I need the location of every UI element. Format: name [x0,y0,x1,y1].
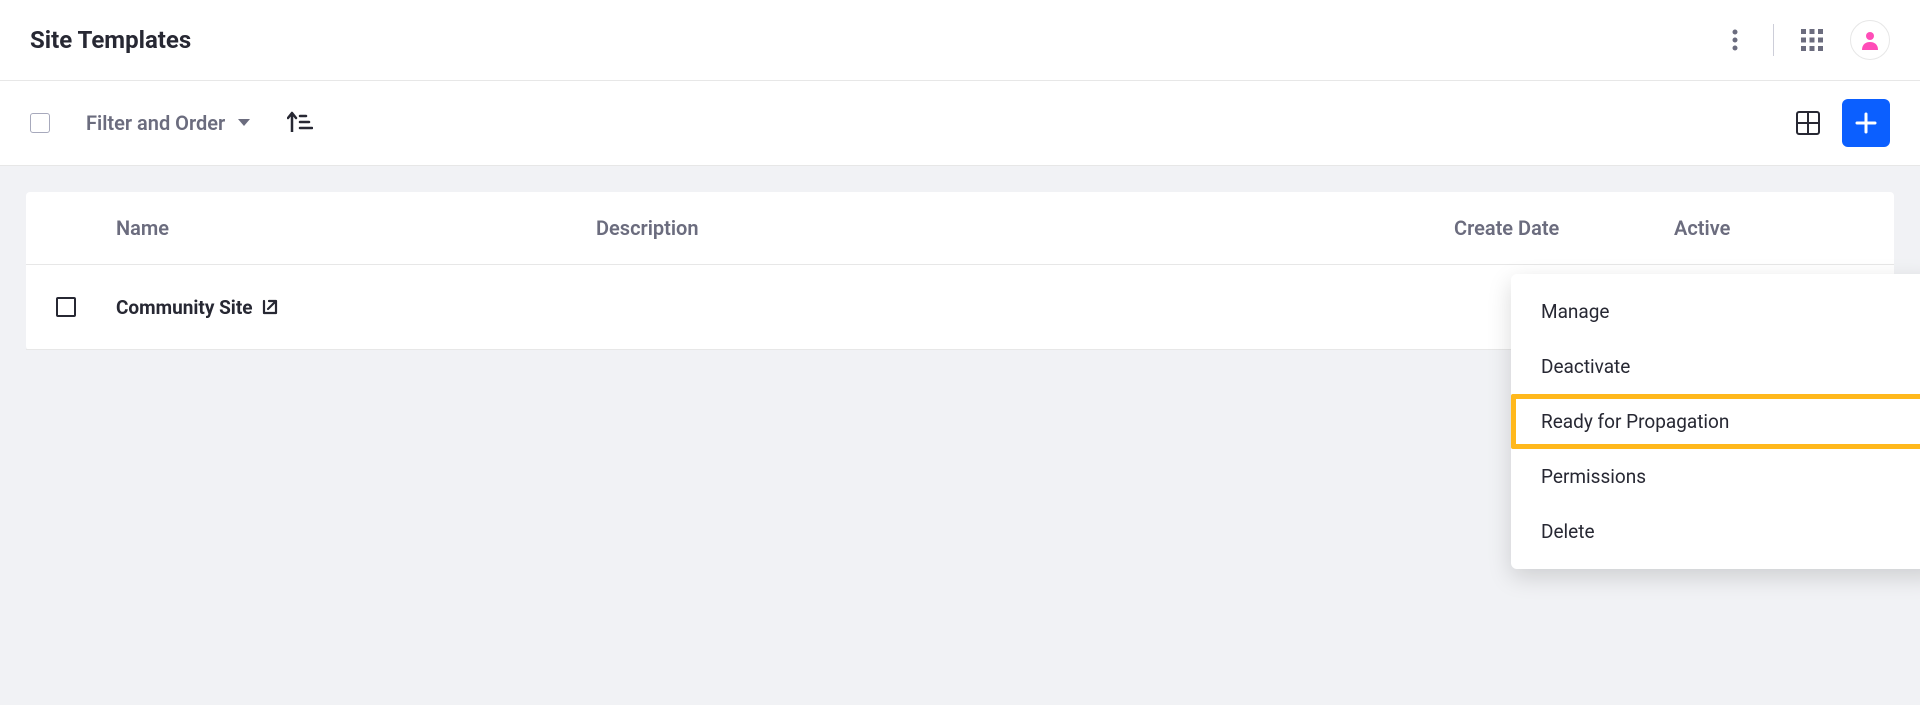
toolbar-right [1788,99,1890,147]
table-container: Name Description Create Date Active Comm… [26,192,1894,350]
vertical-dots-icon [1732,29,1738,51]
table-header: Name Description Create Date Active [26,192,1894,265]
menu-item-manage[interactable]: Manage [1511,284,1920,339]
filter-label: Filter and Order [86,111,225,135]
caret-down-icon [237,118,251,128]
menu-item-delete[interactable]: Delete [1511,504,1920,559]
header-actions [1715,20,1890,60]
view-toggle-button[interactable] [1788,103,1828,143]
sort-icon [287,110,313,132]
external-link-icon [261,298,279,316]
grid-apps-icon [1801,29,1823,51]
filter-order-button[interactable]: Filter and Order [86,111,251,135]
menu-item-permissions[interactable]: Permissions [1511,449,1920,504]
header-divider [1773,24,1774,56]
user-icon [1860,30,1880,50]
col-description-header[interactable]: Description [596,216,1454,240]
row-checkbox[interactable] [56,297,76,317]
toolbar: Filter and Order [0,81,1920,166]
user-avatar[interactable] [1850,20,1890,60]
menu-item-ready-propagation[interactable]: Ready for Propagation [1511,394,1920,449]
select-all-checkbox[interactable] [30,113,50,133]
content-area: Name Description Create Date Active Comm… [0,166,1920,705]
options-button[interactable] [1715,20,1755,60]
row-name: Community Site [116,296,253,319]
page-header: Site Templates [0,0,1920,81]
menu-item-deactivate[interactable]: Deactivate [1511,339,1920,394]
cards-view-icon [1796,111,1820,135]
col-name-header[interactable]: Name [116,216,596,240]
plus-icon [1854,111,1878,135]
sort-button[interactable] [287,110,313,136]
row-checkbox-cell [56,297,116,317]
col-date-header[interactable]: Create Date [1454,216,1674,240]
row-actions-menu: Manage Deactivate Ready for Propagation … [1511,274,1920,569]
toolbar-left: Filter and Order [30,110,313,136]
page-title: Site Templates [30,26,191,54]
apps-button[interactable] [1792,20,1832,60]
row-name-cell[interactable]: Community Site [116,296,596,319]
add-button[interactable] [1842,99,1890,147]
col-active-header[interactable]: Active [1674,216,1814,240]
